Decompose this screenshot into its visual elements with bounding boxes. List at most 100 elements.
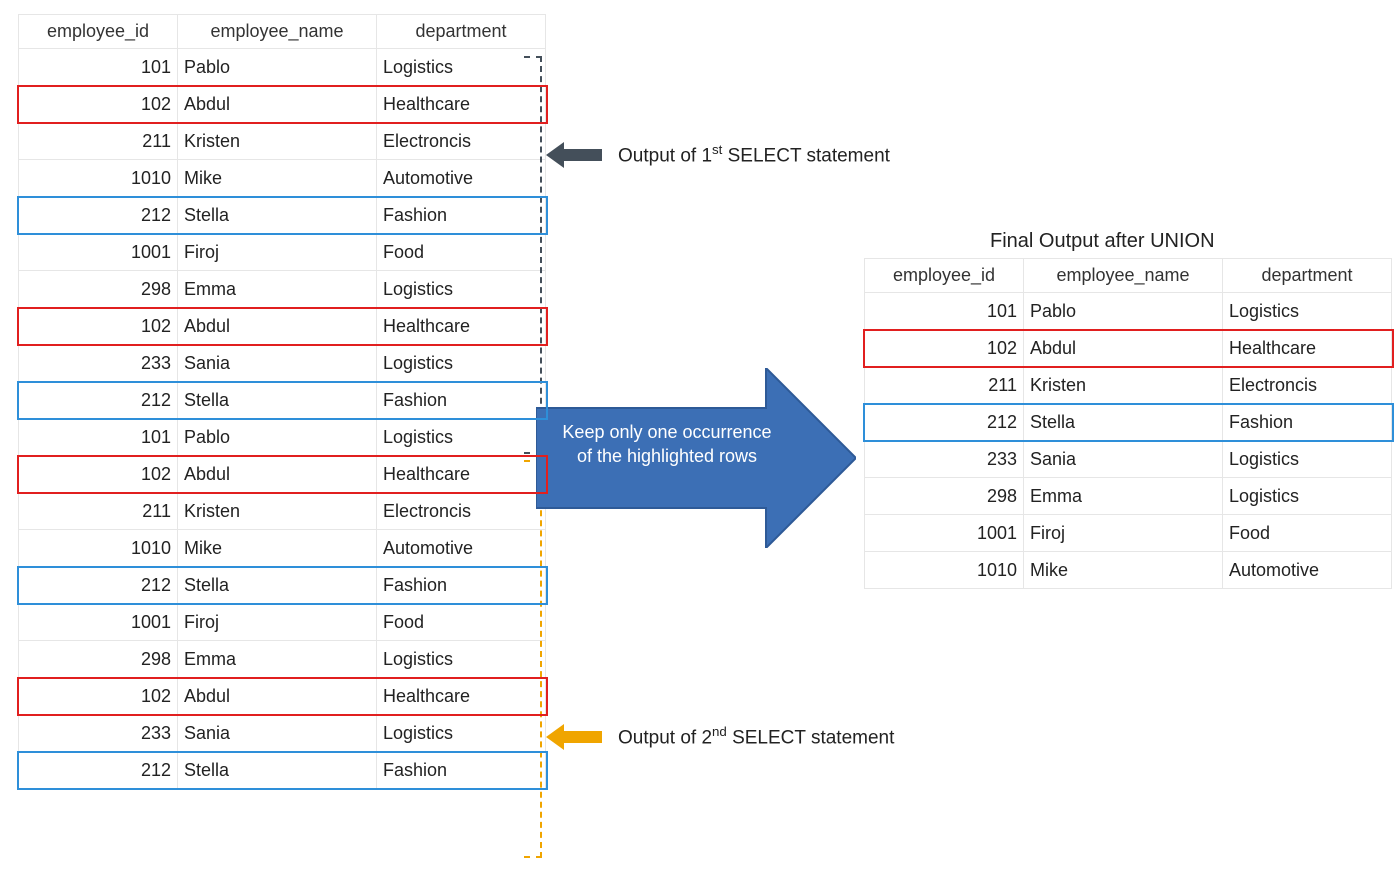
cell-dept: Fashion [377, 382, 546, 419]
cell-id: 233 [865, 441, 1024, 478]
cell-name: Emma [178, 641, 377, 678]
cell-id: 102 [19, 86, 178, 123]
cell-id: 102 [19, 456, 178, 493]
cell-name: Pablo [178, 419, 377, 456]
table-row: 211KristenElectroncis [19, 493, 546, 530]
cell-id: 1010 [19, 530, 178, 567]
cell-id: 211 [865, 367, 1024, 404]
cell-name: Stella [1024, 404, 1223, 441]
cell-dept: Healthcare [377, 86, 546, 123]
table-row: 298EmmaLogistics [19, 641, 546, 678]
cell-id: 1001 [865, 515, 1024, 552]
table-row: 102AbdulHealthcare [19, 456, 546, 493]
right-result-table: employee_id employee_name department 101… [864, 258, 1354, 589]
table-row: 102AbdulHealthcare [19, 86, 546, 123]
arrow-select-1-icon [546, 140, 602, 170]
col-header-dept: department [1223, 259, 1392, 293]
right-table: employee_id employee_name department 101… [864, 258, 1392, 589]
union-arrow-text: Keep only one occurrence of the highligh… [554, 420, 780, 469]
table-row: 212StellaFashion [19, 752, 546, 789]
cell-name: Mike [178, 160, 377, 197]
cell-dept: Logistics [377, 49, 546, 86]
left-stacked-table: employee_id employee_name department 101… [18, 14, 518, 789]
table-row: 1001FirojFood [19, 234, 546, 271]
cell-id: 211 [19, 123, 178, 160]
cell-name: Pablo [178, 49, 377, 86]
left-table: employee_id employee_name department 101… [18, 14, 546, 789]
cell-name: Kristen [178, 493, 377, 530]
cell-name: Stella [178, 752, 377, 789]
cell-name: Abdul [178, 678, 377, 715]
cell-name: Stella [178, 567, 377, 604]
cell-name: Sania [178, 345, 377, 382]
cell-id: 101 [865, 293, 1024, 330]
cell-id: 102 [865, 330, 1024, 367]
col-header-dept: department [377, 15, 546, 49]
table-row: 102AbdulHealthcare [865, 330, 1392, 367]
cell-dept: Fashion [1223, 404, 1392, 441]
col-header-name: employee_name [178, 15, 377, 49]
final-output-title: Final Output after UNION [990, 230, 1215, 253]
cell-dept: Food [1223, 515, 1392, 552]
cell-name: Abdul [1024, 330, 1223, 367]
cell-dept: Healthcare [377, 308, 546, 345]
table-row: 1001FirojFood [19, 604, 546, 641]
table-row: 1001FirojFood [865, 515, 1392, 552]
cell-id: 1001 [19, 604, 178, 641]
table-row: 1010MikeAutomotive [19, 160, 546, 197]
cell-id: 212 [19, 567, 178, 604]
label-select-2: Output of 2nd SELECT statement [618, 724, 894, 749]
table-row: 233SaniaLogistics [865, 441, 1392, 478]
cell-id: 298 [19, 271, 178, 308]
col-header-name: employee_name [1024, 259, 1223, 293]
table-row: 211KristenElectroncis [865, 367, 1392, 404]
cell-id: 212 [865, 404, 1024, 441]
cell-dept: Logistics [1223, 478, 1392, 515]
cell-dept: Healthcare [1223, 330, 1392, 367]
table-row: 233SaniaLogistics [19, 715, 546, 752]
table-row: 233SaniaLogistics [19, 345, 546, 382]
table-row: 102AbdulHealthcare [19, 308, 546, 345]
col-header-id: employee_id [865, 259, 1024, 293]
cell-id: 101 [19, 419, 178, 456]
table-row: 298EmmaLogistics [19, 271, 546, 308]
cell-id: 102 [19, 678, 178, 715]
cell-name: Firoj [178, 604, 377, 641]
cell-name: Firoj [1024, 515, 1223, 552]
table-row: 101PabloLogistics [19, 49, 546, 86]
cell-dept: Logistics [377, 641, 546, 678]
table-row: 212StellaFashion [19, 197, 546, 234]
cell-name: Emma [178, 271, 377, 308]
cell-id: 101 [19, 49, 178, 86]
cell-id: 102 [19, 308, 178, 345]
table-row: 212StellaFashion [19, 382, 546, 419]
cell-dept: Fashion [377, 752, 546, 789]
cell-name: Stella [178, 197, 377, 234]
cell-name: Pablo [1024, 293, 1223, 330]
table-row: 212StellaFashion [19, 567, 546, 604]
cell-name: Sania [178, 715, 377, 752]
cell-dept: Electroncis [377, 493, 546, 530]
cell-name: Abdul [178, 456, 377, 493]
table-row: 1010MikeAutomotive [865, 552, 1392, 589]
cell-name: Kristen [1024, 367, 1223, 404]
cell-dept: Automotive [377, 530, 546, 567]
cell-dept: Food [377, 604, 546, 641]
cell-name: Mike [178, 530, 377, 567]
cell-name: Emma [1024, 478, 1223, 515]
table-row: 101PabloLogistics [19, 419, 546, 456]
arrow-select-2-icon [546, 722, 602, 752]
cell-name: Kristen [178, 123, 377, 160]
table-row: 211KristenElectroncis [19, 123, 546, 160]
cell-id: 212 [19, 752, 178, 789]
cell-dept: Electroncis [377, 123, 546, 160]
cell-name: Sania [1024, 441, 1223, 478]
table-row: 1010MikeAutomotive [19, 530, 546, 567]
table-row: 298EmmaLogistics [865, 478, 1392, 515]
cell-id: 211 [19, 493, 178, 530]
cell-id: 233 [19, 715, 178, 752]
table-row: 101PabloLogistics [865, 293, 1392, 330]
cell-name: Stella [178, 382, 377, 419]
cell-id: 298 [865, 478, 1024, 515]
table-row: 102AbdulHealthcare [19, 678, 546, 715]
